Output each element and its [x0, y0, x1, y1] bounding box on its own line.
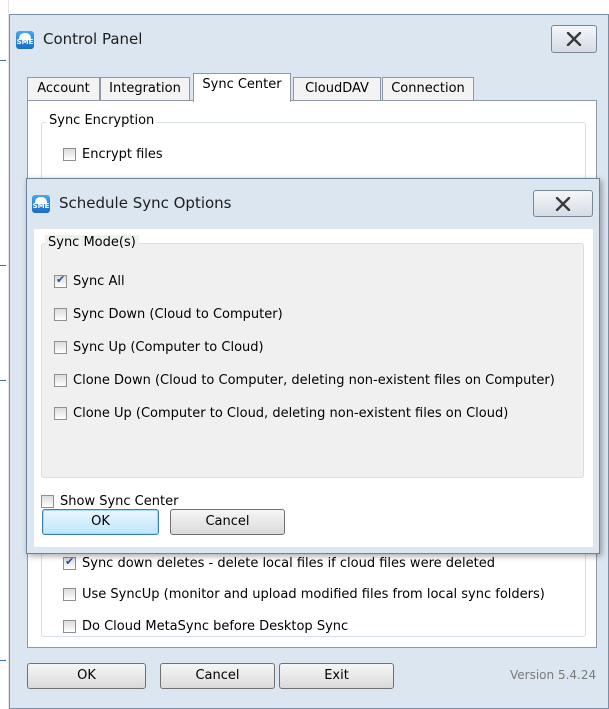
tab-account[interactable]: Account [27, 77, 100, 101]
tab-sync-center[interactable]: Sync Center [193, 73, 291, 102]
checkbox-box[interactable] [54, 273, 67, 288]
exit-button[interactable]: Exit [279, 663, 394, 689]
checkbox-box[interactable] [54, 308, 67, 321]
desktop-tick [0, 60, 6, 61]
checkbox-box[interactable] [41, 495, 54, 508]
checkbox-box[interactable] [63, 620, 76, 633]
cancel-button[interactable]: Cancel [160, 663, 275, 689]
close-button[interactable] [551, 25, 597, 53]
encrypt-files-checkbox[interactable]: Encrypt files [63, 147, 163, 162]
tab-connection[interactable]: Connection [382, 77, 474, 101]
checkbox-box[interactable] [63, 148, 76, 161]
dialog-body: Sync Mode(s) Sync All Sync Down (Cloud t… [34, 229, 593, 547]
dialog-title-bar[interactable]: SME Schedule Sync Options [27, 179, 599, 227]
checkbox-box[interactable] [63, 555, 76, 570]
dialog-ok-button[interactable]: OK [42, 509, 159, 535]
desktop-tick [0, 265, 6, 266]
desktop-tick [0, 660, 6, 661]
use-syncup-label: Use SyncUp (monitor and upload modified … [82, 587, 545, 602]
sync-down-deletes-label: Sync down deletes - delete local files i… [82, 556, 495, 571]
dialog-close-button[interactable] [533, 190, 593, 217]
ok-button[interactable]: OK [27, 663, 146, 689]
clone-down-label: Clone Down (Cloud to Computer, deleting … [73, 373, 555, 388]
close-icon [555, 196, 571, 211]
show-sync-center-checkbox[interactable]: Show Sync Center [41, 494, 178, 509]
clone-up-label: Clone Up (Computer to Cloud, deleting no… [73, 406, 509, 421]
use-syncup-checkbox[interactable]: Use SyncUp (monitor and upload modified … [63, 587, 545, 602]
desktop-edge [0, 0, 9, 709]
sync-down-checkbox[interactable]: Sync Down (Cloud to Computer) [54, 307, 283, 322]
sync-encryption-label: Sync Encryption [46, 113, 158, 128]
sync-all-label: Sync All [73, 274, 125, 289]
sync-down-label: Sync Down (Cloud to Computer) [73, 307, 283, 322]
checkbox-box[interactable] [54, 374, 67, 387]
tab-clouddav[interactable]: CloudDAV [293, 77, 381, 101]
cloud-metasync-checkbox[interactable]: Do Cloud MetaSync before Desktop Sync [63, 619, 348, 634]
tab-integration[interactable]: Integration [100, 77, 190, 101]
desktop-tick [0, 380, 6, 381]
dialog-title: Schedule Sync Options [59, 194, 232, 212]
checkbox-box[interactable] [63, 588, 76, 601]
sme-cloud-icon: SME [16, 31, 34, 49]
window-title: Control Panel [43, 30, 143, 48]
clone-down-row-clip: Clone Down (Cloud to Computer, deleting … [54, 373, 579, 388]
cloud-metasync-label: Do Cloud MetaSync before Desktop Sync [82, 619, 349, 634]
checkbox-box[interactable] [54, 407, 67, 420]
schedule-sync-options-dialog: SME Schedule Sync Options Sync Mode(s) S… [26, 178, 600, 554]
encrypt-files-label: Encrypt files [82, 147, 163, 162]
close-icon [566, 32, 582, 46]
sync-up-label: Sync Up (Computer to Cloud) [73, 340, 264, 355]
show-sync-center-label: Show Sync Center [60, 494, 179, 509]
clone-down-checkbox[interactable]: Clone Down (Cloud to Computer, deleting … [54, 373, 579, 388]
title-bar[interactable]: SME Control Panel [10, 15, 608, 65]
version-label: Version 5.4.24 [510, 668, 597, 682]
checkbox-box[interactable] [54, 341, 67, 354]
sme-cloud-icon: SME [32, 195, 50, 213]
dialog-cancel-button[interactable]: Cancel [170, 509, 285, 535]
clone-up-checkbox[interactable]: Clone Up (Computer to Cloud, deleting no… [54, 406, 508, 421]
sync-modes-label: Sync Mode(s) [45, 235, 139, 250]
sync-up-checkbox[interactable]: Sync Up (Computer to Cloud) [54, 340, 264, 355]
sync-down-deletes-checkbox[interactable]: Sync down deletes - delete local files i… [63, 555, 495, 571]
sync-all-checkbox[interactable]: Sync All [54, 273, 125, 289]
